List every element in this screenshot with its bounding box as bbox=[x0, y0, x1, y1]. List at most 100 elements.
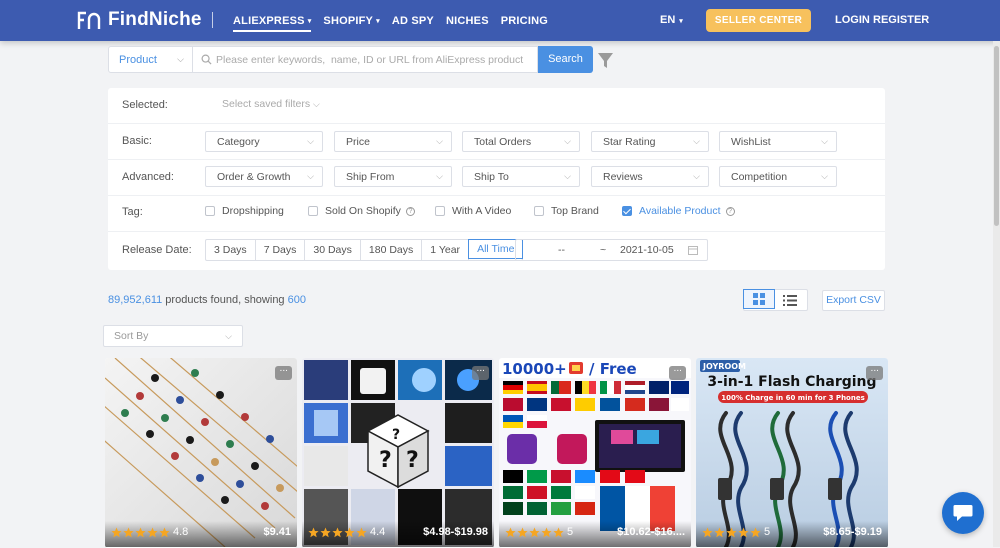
language-label: EN bbox=[660, 14, 676, 26]
export-csv-button[interactable]: Export CSV bbox=[822, 290, 885, 311]
filter-funnel-icon[interactable] bbox=[597, 52, 614, 69]
release-3-days[interactable]: 3 Days bbox=[206, 240, 256, 260]
chevron-down-icon: ⌵ bbox=[313, 99, 320, 109]
star-icon bbox=[135, 527, 146, 537]
product-card[interactable]: ? ? ? ··· 4.4 $4.98-$19.98 bbox=[302, 358, 494, 548]
search-button[interactable]: Search bbox=[538, 46, 593, 73]
filter-order-growth[interactable]: Order & Growth ⌵ bbox=[205, 166, 323, 187]
checkbox[interactable] bbox=[435, 206, 445, 216]
product-image-cables[interactable]: JOYROOM 3-in-1 Flash Charging 100% Charg… bbox=[696, 358, 888, 547]
tag-top-brand[interactable]: Top Brand bbox=[534, 205, 599, 217]
star-icon bbox=[714, 527, 725, 537]
filter-label: Category bbox=[217, 135, 260, 148]
language-selector[interactable]: EN ▾ bbox=[660, 14, 683, 26]
tag-available-product[interactable]: Available Product? bbox=[622, 205, 735, 217]
chevron-down-icon: ⌵ bbox=[821, 171, 828, 181]
nav-niches[interactable]: NICHES bbox=[446, 0, 489, 41]
star-icon bbox=[111, 527, 122, 537]
star-icon bbox=[702, 527, 713, 537]
checkbox[interactable] bbox=[308, 206, 318, 216]
tag-dropshipping[interactable]: Dropshipping bbox=[205, 205, 284, 217]
seller-center-button[interactable]: SELLER CENTER bbox=[706, 9, 811, 32]
more-icon[interactable]: ··· bbox=[472, 366, 489, 380]
rating-value: 4.4 bbox=[370, 526, 386, 538]
results-text: products found, showing bbox=[162, 294, 288, 306]
rating-value: 5 bbox=[567, 526, 574, 538]
release-7-days[interactable]: 7 Days bbox=[256, 240, 306, 260]
grid-view-button[interactable] bbox=[743, 289, 775, 309]
release-30-days[interactable]: 30 Days bbox=[305, 240, 361, 260]
star-icon bbox=[726, 527, 737, 537]
filter-reviews[interactable]: Reviews ⌵ bbox=[591, 166, 709, 187]
nav-label: NICHES bbox=[445, 14, 489, 27]
filter-panel: Selected: Select saved filters ⌵ Basic: … bbox=[108, 88, 885, 270]
grid-icon bbox=[753, 293, 765, 305]
product-price: $9.41 bbox=[263, 526, 291, 538]
list-view-button[interactable] bbox=[774, 290, 806, 310]
product-card[interactable]: ··· 4.8 $9.41 bbox=[105, 358, 297, 548]
main-nav: ALIEXPRESS ▾ SHOPIFY ▾ AD SPY NICHES PRICI… bbox=[233, 0, 560, 41]
filter-ship-from[interactable]: Ship From ⌵ bbox=[334, 166, 452, 187]
product-headline: 3-in-1 Flash Charging bbox=[707, 374, 876, 390]
filter-label: Price bbox=[346, 135, 370, 148]
help-icon[interactable]: ? bbox=[405, 206, 415, 216]
register-link[interactable]: REGISTER bbox=[873, 14, 929, 26]
nav-label: SHOPIFY bbox=[323, 14, 374, 27]
tag-with-a-video[interactable]: With A Video bbox=[435, 205, 511, 217]
search-input[interactable] bbox=[216, 53, 536, 66]
nav-pricing[interactable]: PRICING bbox=[501, 0, 548, 41]
help-icon[interactable]: ? bbox=[725, 206, 735, 216]
filter-wishlist[interactable]: WishList ⌵ bbox=[719, 131, 837, 152]
product-image-bracelets[interactable] bbox=[105, 358, 297, 547]
chevron-down-icon: ⌵ bbox=[564, 171, 571, 181]
release-180-days[interactable]: 180 Days bbox=[361, 240, 423, 260]
nav-shopify[interactable]: SHOPIFY ▾ bbox=[323, 0, 379, 41]
tag-text: Sold On Shopify bbox=[325, 205, 401, 217]
chat-button[interactable] bbox=[942, 492, 984, 534]
date-range-picker[interactable]: -- ~ 2021-10-05 bbox=[515, 239, 708, 261]
filter-price[interactable]: Price ⌵ bbox=[334, 131, 452, 152]
filter-total-orders[interactable]: Total Orders ⌵ bbox=[462, 131, 580, 152]
top-header: FindNiche ALIEXPRESS ▾ SHOPIFY ▾ AD SPY NI… bbox=[0, 0, 1000, 41]
search-type-label: Product bbox=[119, 53, 157, 66]
star-icon bbox=[344, 527, 355, 537]
release-1-year[interactable]: 1 Year bbox=[422, 240, 470, 260]
product-card[interactable]: JOYROOM 3-in-1 Flash Charging 100% Charg… bbox=[696, 358, 888, 548]
nav-ad-spy[interactable]: AD SPY bbox=[392, 0, 434, 41]
checkbox[interactable] bbox=[205, 206, 215, 216]
tag-text: With A Video bbox=[452, 205, 512, 217]
search-input-wrap bbox=[193, 47, 537, 72]
nav-aliexpress[interactable]: ALIEXPRESS ▾ bbox=[233, 0, 312, 41]
sort-by-select[interactable]: Sort By ⌵ bbox=[103, 325, 243, 347]
filter-label: Ship From bbox=[346, 170, 395, 183]
star-icon bbox=[517, 527, 528, 537]
filter-competition[interactable]: Competition ⌵ bbox=[719, 166, 837, 187]
svg-text:10000+: 10000+ bbox=[502, 360, 567, 378]
search-type-select[interactable]: Product ⌵ bbox=[109, 47, 193, 72]
tag-label: Tag: bbox=[122, 206, 143, 218]
page-scrollbar-thumb[interactable] bbox=[994, 46, 999, 226]
rating-value: 5 bbox=[764, 526, 771, 538]
filter-star-rating[interactable]: Star Rating ⌵ bbox=[591, 131, 709, 152]
product-image-mystery-box[interactable]: ? ? ? bbox=[302, 358, 494, 547]
brand-logo[interactable]: FindNiche bbox=[77, 9, 202, 31]
filter-ship-to[interactable]: Ship To ⌵ bbox=[462, 166, 580, 187]
header-divider bbox=[212, 12, 213, 28]
checkbox[interactable] bbox=[534, 206, 544, 216]
tag-sold-on-shopify[interactable]: Sold On Shopify? bbox=[308, 205, 415, 217]
filter-label: Star Rating bbox=[603, 135, 656, 148]
checkbox-checked[interactable] bbox=[622, 206, 632, 216]
product-card[interactable]: 10000+ / Free ··· 5 $10.62-$16.... bbox=[499, 358, 691, 548]
advanced-row: Advanced: Order & Growth ⌵ Ship From ⌵ Shi… bbox=[108, 160, 885, 196]
more-icon[interactable]: ··· bbox=[275, 366, 292, 380]
more-icon[interactable]: ··· bbox=[866, 366, 883, 380]
chevron-down-icon: ⌵ bbox=[693, 171, 700, 181]
results-showing: 600 bbox=[287, 294, 306, 306]
more-icon[interactable]: ··· bbox=[669, 366, 686, 380]
advanced-label: Advanced: bbox=[122, 171, 174, 183]
release-date-label: Release Date: bbox=[122, 244, 192, 256]
filter-category[interactable]: Category ⌵ bbox=[205, 131, 323, 152]
saved-filters-select[interactable]: Select saved filters ⌵ bbox=[222, 98, 320, 110]
product-image-iptv[interactable]: 10000+ / Free bbox=[499, 358, 691, 547]
login-link[interactable]: LOGIN bbox=[835, 14, 870, 26]
